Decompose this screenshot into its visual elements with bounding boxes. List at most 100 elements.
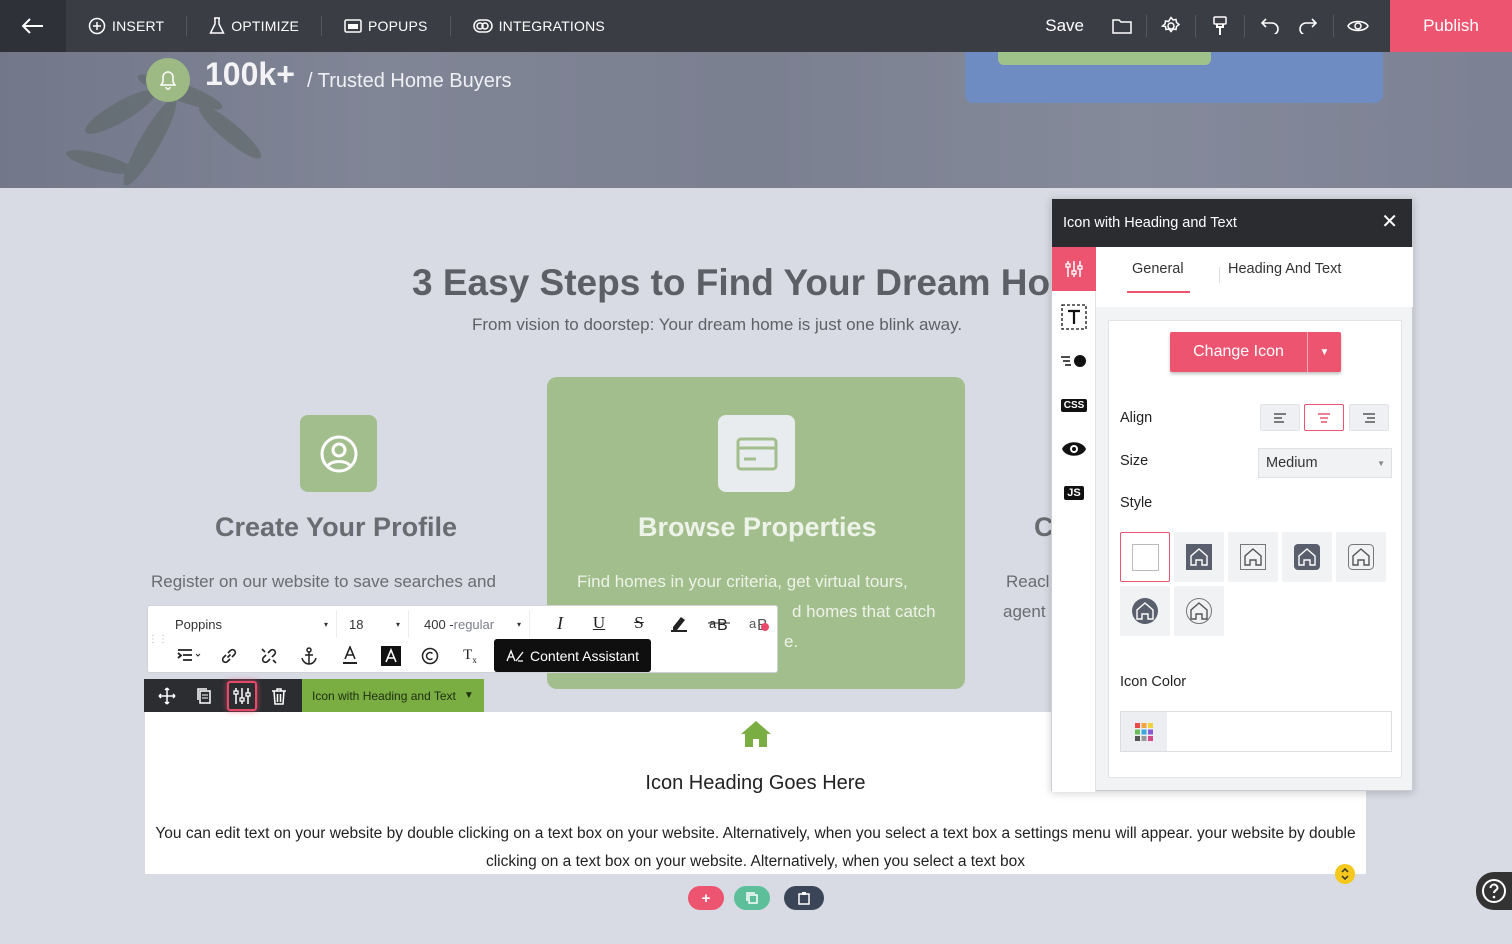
clear-format-button[interactable]: Tx — [455, 642, 485, 670]
redo-icon — [1299, 18, 1318, 34]
align-right-icon — [1363, 412, 1375, 423]
spellcheck-button[interactable]: aB — [704, 609, 734, 637]
step-2-title[interactable]: Browse Properties — [638, 512, 877, 543]
sidebar-item-js[interactable]: JS — [1052, 471, 1096, 515]
save-button[interactable]: Save — [1045, 16, 1084, 36]
preview-button[interactable] — [1338, 0, 1378, 52]
italic-button[interactable]: I — [545, 609, 575, 637]
step-1-title[interactable]: Create Your Profile — [215, 512, 457, 543]
drag-handle[interactable]: ⋮⋮ — [148, 606, 168, 672]
insert-label: INSERT — [112, 18, 165, 34]
sidebar-item-visibility[interactable] — [1052, 427, 1096, 471]
sidebar-item-typography[interactable] — [1052, 295, 1096, 339]
block-text[interactable]: You can edit text on your website by dou… — [155, 820, 1356, 876]
step-2-text-line3[interactable]: e. — [784, 632, 798, 652]
align-right-button[interactable] — [1349, 404, 1389, 431]
highlighter-icon — [671, 617, 687, 632]
redo-button[interactable] — [1289, 0, 1329, 52]
anchor-icon — [301, 647, 317, 665]
content-assistant-label: Content Assistant — [530, 647, 639, 664]
tab-general[interactable]: General — [1132, 261, 1184, 277]
step-1-text[interactable]: Register on our website to save searches… — [151, 572, 496, 592]
style-option-filled-circle[interactable] — [1120, 586, 1170, 636]
settings-button[interactable] — [1151, 0, 1191, 52]
publish-button[interactable]: Publish — [1390, 0, 1512, 52]
step-2-icon-box[interactable] — [718, 415, 795, 492]
optimize-label: OPTIMIZE — [231, 18, 300, 34]
motion-icon — [1061, 355, 1086, 367]
hero-form-button[interactable] — [998, 52, 1211, 65]
home-icon[interactable] — [740, 720, 772, 753]
special-character-button[interactable] — [415, 642, 445, 670]
help-button[interactable] — [1476, 872, 1512, 910]
font-size-value: 18 — [349, 616, 364, 632]
unlink-button[interactable] — [254, 642, 284, 670]
resize-handle[interactable] — [1335, 864, 1355, 884]
style-option-outline-square[interactable] — [1228, 532, 1278, 582]
align-left-button[interactable] — [1260, 404, 1300, 431]
style-option-filled-rounded[interactable] — [1282, 532, 1332, 582]
anchor-button[interactable] — [294, 642, 324, 670]
move-button[interactable] — [152, 681, 182, 711]
js-badge: JS — [1064, 486, 1084, 500]
underline-button[interactable]: U — [584, 609, 614, 637]
step-3-text-line2[interactable]: agent — [1003, 602, 1046, 622]
font-weight-select[interactable]: 400 - regular ▾ — [418, 610, 530, 638]
integrations-menu[interactable]: INTEGRATIONS — [451, 0, 627, 52]
step-1-icon-box[interactable] — [300, 415, 377, 492]
style-option-outline-circle[interactable] — [1174, 586, 1224, 636]
content-assistant-button[interactable]: Content Assistant — [494, 639, 651, 672]
home-filled-rounded-icon — [1294, 544, 1320, 570]
copy-block-button[interactable] — [734, 886, 770, 910]
insert-menu[interactable]: INSERT — [66, 0, 186, 52]
size-select[interactable]: Medium ▼ — [1258, 448, 1392, 478]
size-value: Medium — [1266, 455, 1318, 471]
font-family-select[interactable]: Poppins ▾ — [169, 610, 337, 638]
sidebar-item-settings[interactable] — [1052, 247, 1096, 291]
duplicate-button[interactable] — [189, 681, 219, 711]
delete-button[interactable] — [264, 681, 294, 711]
clear-format-icon: Tx — [463, 647, 477, 665]
background-color-button[interactable] — [376, 642, 406, 670]
change-icon-button[interactable]: Change Icon ▼ — [1170, 332, 1341, 372]
style-option-filled-square[interactable] — [1174, 532, 1224, 582]
paste-block-button[interactable] — [784, 886, 824, 910]
list-style-button[interactable] — [174, 642, 204, 670]
move-icon — [158, 686, 176, 705]
font-weight-number: 400 - — [424, 616, 454, 632]
close-icon[interactable]: ✕ — [1381, 212, 1398, 232]
add-block-button[interactable]: + — [688, 886, 724, 910]
step-2-text[interactable]: Find homes in your criteria, get virtual… — [577, 572, 908, 592]
theme-button[interactable] — [1200, 0, 1240, 52]
style-option-none[interactable] — [1120, 532, 1170, 582]
section-subtitle[interactable]: From vision to doorstep: Your dream home… — [472, 315, 962, 335]
highlight-button[interactable] — [664, 609, 694, 637]
undo-button[interactable] — [1249, 0, 1289, 52]
panel-header: Icon with Heading and Text ✕ — [1052, 199, 1412, 247]
text-color-button[interactable] — [335, 642, 365, 670]
clear-spellcheck-button[interactable]: aB — [744, 609, 774, 637]
element-settings-button[interactable] — [226, 680, 257, 711]
text-color-icon — [343, 646, 357, 664]
style-option-outline-rounded[interactable] — [1336, 532, 1386, 582]
copy-icon — [197, 687, 211, 704]
step-2-text-line2[interactable]: d homes that catch — [792, 602, 936, 622]
popups-menu[interactable]: POPUPS — [322, 0, 450, 52]
folder-button[interactable] — [1102, 0, 1142, 52]
link-button[interactable] — [214, 642, 244, 670]
color-picker-button[interactable] — [1121, 712, 1167, 751]
section-title[interactable]: 3 Easy Steps to Find Your Dream Home — [412, 262, 1052, 304]
back-button[interactable] — [0, 0, 66, 52]
step-3-text[interactable]: Reacl — [1006, 572, 1049, 592]
align-center-button[interactable] — [1304, 404, 1344, 431]
element-type-selector[interactable]: Icon with Heading and Text ▼ — [302, 679, 484, 712]
tab-heading-and-text[interactable]: Heading And Text — [1228, 261, 1341, 277]
strikethrough-button[interactable]: S — [624, 609, 654, 637]
sidebar-item-animation[interactable] — [1052, 339, 1096, 383]
style-label: Style — [1120, 495, 1153, 511]
icon-color-field[interactable] — [1120, 711, 1392, 752]
change-icon-dropdown[interactable]: ▼ — [1307, 332, 1341, 372]
optimize-menu[interactable]: OPTIMIZE — [187, 0, 321, 52]
sidebar-item-css[interactable]: CSS — [1052, 383, 1096, 427]
font-size-select[interactable]: 18 ▾ — [343, 610, 409, 638]
